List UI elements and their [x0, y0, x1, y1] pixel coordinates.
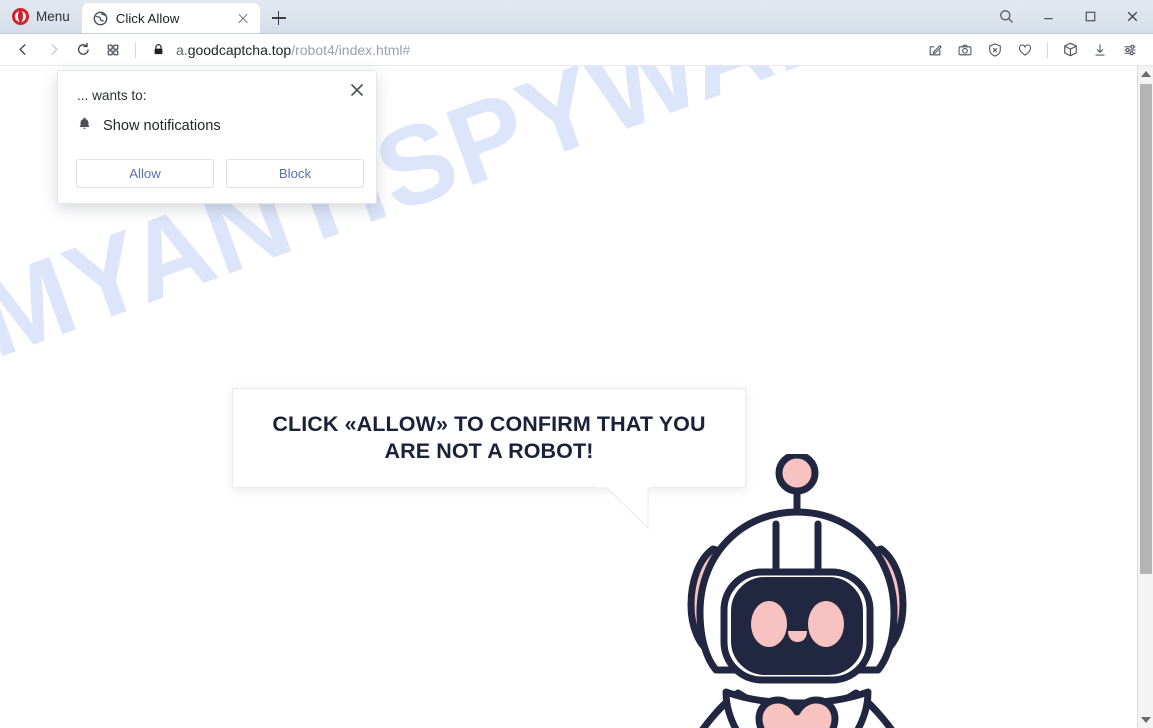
window-controls	[985, 0, 1153, 33]
toolbar-divider	[135, 41, 136, 58]
window-search-button[interactable]	[985, 0, 1027, 33]
speech-bubble-tail	[596, 486, 652, 530]
tab-title: Click Allow	[115, 10, 180, 26]
scrollbar-thumb[interactable]	[1140, 84, 1152, 574]
scrollbar-up-arrow-icon[interactable]	[1138, 66, 1153, 82]
globe-icon	[93, 11, 108, 26]
window-close-button[interactable]	[1111, 0, 1153, 33]
back-button[interactable]	[8, 35, 38, 65]
popup-actions: Allow Block	[76, 159, 364, 188]
opera-logo-icon	[12, 7, 29, 25]
popup-close-icon[interactable]	[346, 79, 368, 101]
popup-request-label: Show notifications	[103, 118, 221, 134]
new-tab-button[interactable]	[264, 3, 294, 33]
browser-tab-click-allow[interactable]: Click Allow	[81, 3, 260, 33]
reload-button[interactable]	[68, 35, 98, 65]
snapshot-camera-icon[interactable]	[950, 35, 980, 65]
tab-strip: Menu Click Allow	[0, 0, 1153, 34]
popup-request-row: Show notifications	[77, 115, 221, 137]
popup-title: ... wants to:	[77, 88, 147, 103]
url-input[interactable]: a.goodcaptcha.top/robot4/index.html#	[143, 35, 920, 65]
robot-mascot	[687, 454, 907, 728]
block-button[interactable]: Block	[226, 159, 364, 188]
toolbar-divider-2	[1047, 41, 1048, 58]
easy-setup-sliders-icon[interactable]	[1115, 35, 1145, 65]
padlock-icon[interactable]	[147, 35, 169, 65]
speech-bubble-line-2: ARE NOT A ROBOT!	[384, 439, 594, 463]
url-text: a.goodcaptcha.top/robot4/index.html#	[176, 42, 410, 58]
browser-window: Menu Click Allow a.goodcaptcha.top/robot…	[0, 0, 1153, 728]
speech-bubble-text: CLICK «ALLOW» TO CONFIRM THAT YOU ARE NO…	[258, 411, 719, 465]
notification-permission-popup: ... wants to: Show notifications Allow B…	[57, 70, 377, 204]
allow-button[interactable]: Allow	[76, 159, 214, 188]
forward-button[interactable]	[38, 35, 68, 65]
address-bar-actions	[920, 35, 1153, 65]
robot-left-eye	[751, 601, 787, 647]
robot-right-eye	[808, 601, 844, 647]
menu-label: Menu	[36, 8, 70, 24]
pin-edit-icon[interactable]	[920, 35, 950, 65]
window-minimize-button[interactable]	[1027, 0, 1069, 33]
url-host-prefix: a.	[176, 41, 188, 58]
scrollbar-down-arrow-icon[interactable]	[1138, 712, 1153, 728]
address-bar: a.goodcaptcha.top/robot4/index.html#	[0, 34, 1153, 66]
url-host: goodcaptcha.top	[187, 41, 292, 58]
bell-icon	[77, 115, 92, 137]
heart-icon[interactable]	[1010, 35, 1040, 65]
adblock-shield-icon[interactable]	[980, 35, 1010, 65]
tab-close-icon[interactable]	[234, 9, 252, 27]
crypto-wallet-cube-icon[interactable]	[1055, 35, 1085, 65]
opera-menu-button[interactable]: Menu	[0, 0, 82, 33]
page-scrollbar[interactable]	[1137, 66, 1153, 728]
speech-bubble-line-1: CLICK «ALLOW» TO CONFIRM THAT YOU	[272, 411, 706, 436]
downloads-icon[interactable]	[1085, 35, 1115, 65]
window-maximize-button[interactable]	[1069, 0, 1111, 33]
panels-button[interactable]	[98, 35, 128, 65]
url-path: /robot4/index.html#	[291, 41, 411, 58]
